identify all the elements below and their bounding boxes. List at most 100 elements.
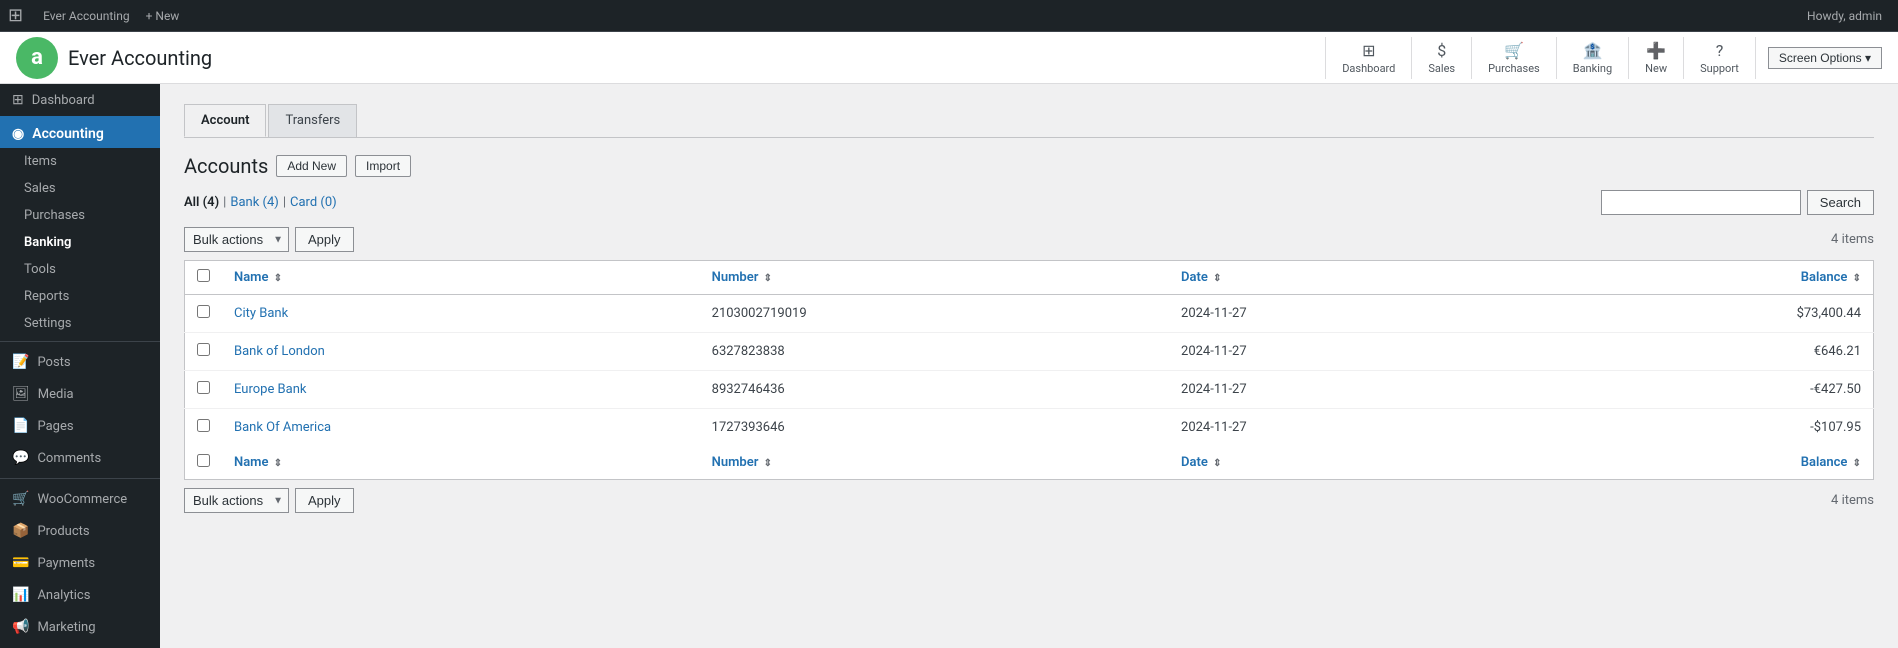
sidebar-sub-banking[interactable]: Banking <box>0 229 160 256</box>
row-checkbox-3[interactable] <box>197 419 210 432</box>
tfoot-date-sort: ⇕ <box>1213 458 1221 469</box>
sidebar-sub-settings[interactable]: Settings <box>0 310 160 337</box>
filter-sep-1: | <box>223 195 226 210</box>
sidebar-item-media[interactable]: 🖼 Media <box>0 378 160 410</box>
bulk-select-wrap-top: Bulk actions ▼ <box>184 227 289 252</box>
tab-transfers[interactable]: Transfers <box>268 104 357 137</box>
account-balance-1: €646.21 <box>1523 333 1874 371</box>
comments-icon: 💬 <box>12 450 29 466</box>
table-row: Bank Of America 1727393646 2024-11-27 -$… <box>185 409 1874 447</box>
screen-options-button[interactable]: Screen Options ▾ <box>1768 47 1882 69</box>
search-row: Search <box>1601 190 1874 215</box>
sidebar-item-woocommerce[interactable]: 🛒 WooCommerce <box>0 483 160 515</box>
account-date-1: 2024-11-27 <box>1169 333 1523 371</box>
apply-button-top[interactable]: Apply <box>295 227 354 252</box>
col-header-date[interactable]: Date ⇕ <box>1169 261 1523 295</box>
tfoot-number[interactable]: Number ⇕ <box>700 446 1169 480</box>
items-count-top: 4 items <box>1831 232 1874 247</box>
wp-new-item[interactable]: + New <box>138 9 188 23</box>
row-checkbox-0[interactable] <box>197 305 210 318</box>
filter-all[interactable]: All (4) <box>184 195 219 210</box>
sidebar-item-marketing[interactable]: 📢 Marketing <box>0 611 160 643</box>
sidebar-item-accounting[interactable]: ◉ Accounting <box>0 116 160 148</box>
row-checkbox-1[interactable] <box>197 343 210 356</box>
col-header-cb <box>185 261 223 295</box>
sidebar-sub-tools[interactable]: Tools <box>0 256 160 283</box>
nav-purchases[interactable]: 🛒 Purchases <box>1472 37 1557 79</box>
sidebar-item-products[interactable]: 📦 Products <box>0 515 160 547</box>
account-date-3: 2024-11-27 <box>1169 409 1523 447</box>
account-number-0: 2103002719019 <box>700 295 1169 333</box>
bulk-actions-select-top[interactable]: Bulk actions <box>184 227 289 252</box>
products-icon: 📦 <box>12 523 29 539</box>
media-icon: 🖼 <box>12 386 30 402</box>
col-header-name[interactable]: Name ⇕ <box>222 261 700 295</box>
nav-new[interactable]: ➕ New <box>1629 37 1684 79</box>
tfoot-balance-sort: ⇕ <box>1853 458 1861 469</box>
date-sort-icon: ⇕ <box>1213 273 1221 284</box>
import-button[interactable]: Import <box>355 155 411 177</box>
wp-site-name[interactable]: Ever Accounting <box>35 9 138 23</box>
tfoot-cb <box>185 446 223 480</box>
sidebar-divider-2 <box>0 478 160 479</box>
account-link-2[interactable]: Europe Bank <box>234 382 307 397</box>
sidebar-item-comments[interactable]: 💬 Comments <box>0 442 160 474</box>
plugin-logo: a <box>16 37 58 79</box>
nav-banking[interactable]: 🏦 Banking <box>1557 37 1629 79</box>
accounts-table: Name ⇕ Number ⇕ Date ⇕ Balance ⇕ <box>184 260 1874 480</box>
account-link-0[interactable]: City Bank <box>234 306 288 321</box>
account-number-3: 1727393646 <box>700 409 1169 447</box>
search-input[interactable] <box>1601 190 1801 215</box>
wp-user-menu[interactable]: Howdy, admin <box>1799 9 1890 23</box>
col-header-balance[interactable]: Balance ⇕ <box>1523 261 1874 295</box>
nav-sales[interactable]: $ Sales <box>1412 37 1472 79</box>
tabs-container: Account Transfers <box>184 104 1874 138</box>
account-balance-0: $73,400.44 <box>1523 295 1874 333</box>
dashboard-icon: ⊞ <box>12 92 24 108</box>
account-date-0: 2024-11-27 <box>1169 295 1523 333</box>
wp-logo[interactable]: ⊞ <box>8 5 23 26</box>
tab-account[interactable]: Account <box>184 104 266 137</box>
bulk-actions-select-bottom[interactable]: Bulk actions <box>184 488 289 513</box>
sidebar-item-pages[interactable]: 📄 Pages <box>0 410 160 442</box>
sidebar-sub-sales[interactable]: Sales <box>0 175 160 202</box>
select-all-checkbox[interactable] <box>197 269 210 282</box>
sidebar-item-dashboard[interactable]: ⊞ Dashboard <box>0 84 160 116</box>
sidebar-item-posts[interactable]: 📝 Posts <box>0 346 160 378</box>
tfoot-date[interactable]: Date ⇕ <box>1169 446 1523 480</box>
apply-button-bottom[interactable]: Apply <box>295 488 354 513</box>
tfoot-name-sort: ⇕ <box>274 458 282 469</box>
filter-row: All (4) | Bank (4) | Card (0) Search <box>184 190 1874 215</box>
filter-sep-2: | <box>283 195 286 210</box>
content-area: Account Transfers Accounts Add New Impor… <box>160 84 1898 648</box>
bulk-left-top: Bulk actions ▼ Apply <box>184 227 354 252</box>
sidebar-item-analytics[interactable]: 📊 Analytics <box>0 579 160 611</box>
tfoot-name[interactable]: Name ⇕ <box>222 446 700 480</box>
bulk-left-bottom: Bulk actions ▼ Apply <box>184 488 354 513</box>
col-header-number[interactable]: Number ⇕ <box>700 261 1169 295</box>
sidebar-sub-items[interactable]: Items <box>0 148 160 175</box>
search-button[interactable]: Search <box>1807 190 1874 215</box>
filter-links: All (4) | Bank (4) | Card (0) <box>184 195 337 210</box>
posts-icon: 📝 <box>12 354 29 370</box>
bulk-select-wrap-bottom: Bulk actions ▼ <box>184 488 289 513</box>
account-link-3[interactable]: Bank Of America <box>234 420 331 435</box>
filter-bank[interactable]: Bank (4) <box>230 195 278 210</box>
nav-dashboard[interactable]: ⊞ Dashboard <box>1326 37 1412 79</box>
tfoot-number-sort: ⇕ <box>764 458 772 469</box>
account-link-1[interactable]: Bank of London <box>234 344 325 359</box>
add-new-button[interactable]: Add New <box>276 155 347 177</box>
number-sort-icon: ⇕ <box>764 273 772 284</box>
nav-support[interactable]: ? Support <box>1684 37 1756 79</box>
bulk-actions-bottom: Bulk actions ▼ Apply 4 items <box>184 488 1874 513</box>
sidebar-sub-purchases[interactable]: Purchases <box>0 202 160 229</box>
filter-card[interactable]: Card (0) <box>290 195 337 210</box>
sidebar-item-payments[interactable]: 💳 Payments <box>0 547 160 579</box>
woocommerce-icon: 🛒 <box>12 491 29 507</box>
tfoot-balance[interactable]: Balance ⇕ <box>1523 446 1874 480</box>
bulk-actions-top: Bulk actions ▼ Apply 4 items <box>184 227 1874 252</box>
sidebar-sub-reports[interactable]: Reports <box>0 283 160 310</box>
row-checkbox-2[interactable] <box>197 381 210 394</box>
select-all-checkbox-bottom[interactable] <box>197 454 210 467</box>
items-count-bottom: 4 items <box>1831 493 1874 508</box>
